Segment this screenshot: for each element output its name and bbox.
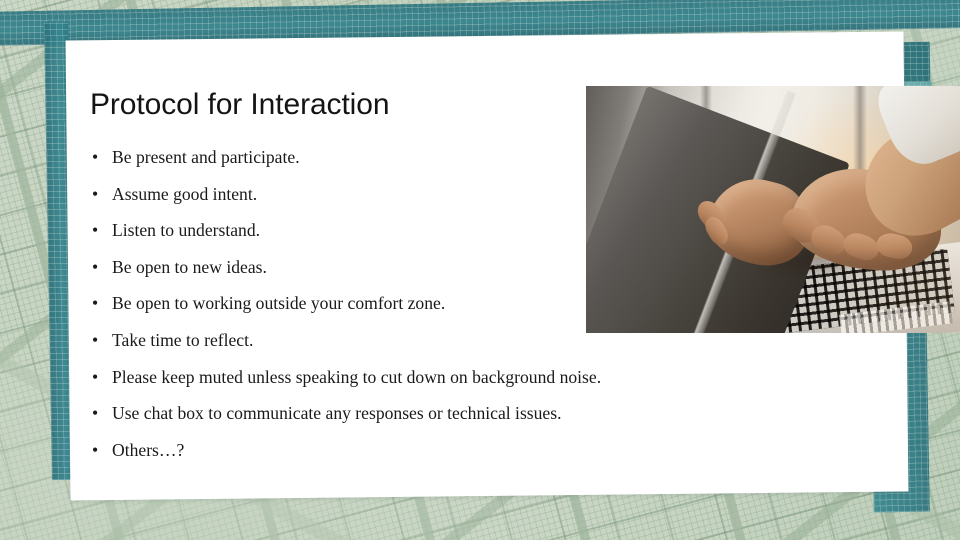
photo-color-grade — [586, 86, 960, 333]
bullet-point-icon: • — [92, 256, 99, 277]
list-item: • Others…? — [90, 432, 820, 469]
list-item-label: Be present and participate. — [112, 147, 300, 167]
list-item-label: Use chat box to communicate any response… — [112, 403, 562, 424]
list-item-label: Please keep muted unless speaking to cut… — [112, 366, 602, 387]
list-item-label: Others…? — [112, 439, 185, 460]
list-item-label: Assume good intent. — [112, 183, 258, 204]
bullet-point-icon: • — [92, 439, 99, 460]
list-item-label: Be open to working outside your comfort … — [112, 293, 446, 314]
list-item: • Use chat box to communicate any respons… — [90, 395, 820, 432]
bullet-point-icon: • — [92, 366, 99, 387]
laptop-typing-photo — [586, 86, 960, 333]
bullet-point-icon: • — [92, 147, 99, 167]
bullet-point-icon: • — [92, 403, 99, 424]
list-item: • Please keep muted unless speaking to cu… — [90, 359, 820, 396]
bullet-point-icon: • — [92, 183, 99, 204]
list-item-label: Be open to new ideas. — [112, 256, 267, 277]
list-item-label: Take time to reflect. — [112, 329, 254, 350]
presentation-slide: Protocol for Interaction • Be present and… — [0, 0, 960, 540]
bullet-point-icon: • — [92, 220, 99, 241]
bullet-point-icon: • — [92, 293, 99, 314]
bullet-point-icon: • — [92, 329, 99, 350]
list-item-label: Listen to understand. — [112, 220, 261, 241]
